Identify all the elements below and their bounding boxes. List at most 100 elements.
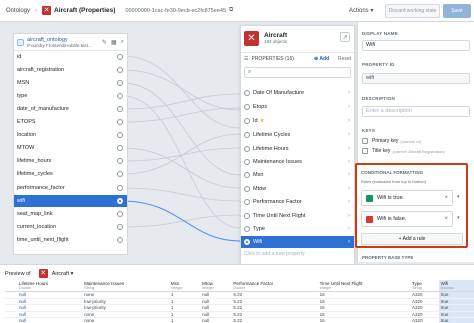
property-row-wifi[interactable]: Wifi › <box>241 236 354 248</box>
title-key-option[interactable]: Title key (current: Aircraft Registration… <box>362 148 445 154</box>
column-row-time-until-next-flight[interactable]: time_until_next_flight <box>14 234 127 246</box>
column-row-lifetime-cycles[interactable]: lifetime_cycles <box>14 168 127 180</box>
column-header[interactable]: Time Until Next Flight Integer <box>317 280 410 292</box>
column-header[interactable]: Maintenance Issues String <box>82 280 169 292</box>
add-property-button[interactable]: ⊕ Add <box>314 56 329 62</box>
column-row-mtow[interactable]: MTOW <box>14 142 127 154</box>
link-handle-icon[interactable] <box>117 132 123 138</box>
open-external-icon[interactable]: ↗ <box>340 32 350 42</box>
column-row-seat-map-link[interactable]: seat_map_link <box>14 208 127 220</box>
link-handle-icon[interactable] <box>117 211 123 217</box>
chevron-down-icon[interactable]: ▾ <box>457 215 460 221</box>
column-type: Integer <box>202 286 214 290</box>
property-row-date-of-manufacture[interactable]: Date Of Manufacture › <box>241 87 354 99</box>
table-cell: null <box>200 317 232 323</box>
column-header[interactable]: Msn Integer <box>168 280 201 292</box>
link-handle-icon[interactable] <box>244 146 250 152</box>
property-search-input[interactable]: ⌕ <box>244 67 351 78</box>
search-icon[interactable]: ⌕ <box>121 39 124 46</box>
link-handle-icon[interactable] <box>117 158 123 164</box>
property-row-id[interactable]: Id ★ › <box>241 115 354 127</box>
link-handle-icon[interactable] <box>117 80 123 86</box>
column-header[interactable]: Lifetime Hours Double <box>17 280 83 292</box>
rule-color-swatch[interactable] <box>366 194 373 202</box>
table-cell: 16 <box>317 317 410 323</box>
link-handle-icon[interactable] <box>244 213 250 219</box>
property-row-type[interactable]: Type › <box>241 223 354 235</box>
grid-icon[interactable]: ▦ <box>111 39 117 46</box>
table-row[interactable]: null none 1 null 5.22 16 A320 true <box>5 317 474 323</box>
property-name: Time Until Next Flight <box>253 213 306 219</box>
column-row-date-of-manufacture[interactable]: date_of_manufacture <box>14 103 127 115</box>
column-header[interactable]: Mtow Integer <box>200 280 232 292</box>
property-row-lifetime-cycles[interactable]: Lifetime Cycles › <box>241 129 354 141</box>
link-handle-icon[interactable] <box>244 239 250 245</box>
link-handle-icon[interactable] <box>244 159 250 165</box>
column-row-id[interactable]: id <box>14 51 127 63</box>
preview-label: Preview of <box>5 270 31 277</box>
column-row-etops[interactable]: ETOPS <box>14 116 127 128</box>
link-handle-icon[interactable] <box>244 172 250 178</box>
property-row-maintenance-issues[interactable]: Maintenance Issues › <box>241 156 354 168</box>
primary-key-checkbox[interactable] <box>362 138 368 144</box>
column-row-aircraft-registration[interactable]: aircraft_registration <box>14 64 127 76</box>
link-handle-icon[interactable] <box>117 93 123 99</box>
link-handle-icon[interactable] <box>117 106 123 112</box>
column-row-msn[interactable]: MSN <box>14 77 127 89</box>
link-handle-icon[interactable] <box>117 171 123 177</box>
formatting-rule-true[interactable]: Wifi is true. × <box>361 190 453 206</box>
property-row-mtow[interactable]: Mtow › <box>241 183 354 195</box>
column-name: lifetime_hours <box>17 158 52 164</box>
link-handle-icon[interactable] <box>117 198 123 204</box>
add-rule-button[interactable]: + Add a rule <box>361 233 463 245</box>
link-handle-icon[interactable] <box>117 237 123 243</box>
link-handle-icon[interactable] <box>244 118 250 124</box>
link-handle-icon[interactable] <box>244 90 250 96</box>
column-row-performance-factor[interactable]: performance_factor <box>14 182 127 194</box>
link-handle-icon[interactable] <box>117 185 123 191</box>
object-title: Aircraft <box>264 32 288 39</box>
link-handle-icon[interactable] <box>244 226 250 232</box>
primary-key-option[interactable]: Primary key (current: Id) <box>362 138 421 144</box>
formatting-rule-false[interactable]: Wifi is false. × <box>361 211 453 227</box>
title-key-checkbox[interactable] <box>362 148 368 154</box>
edit-icon[interactable]: ✎ <box>102 39 107 46</box>
column-name: performance_factor <box>17 185 65 191</box>
link-handle-icon[interactable] <box>117 119 123 125</box>
rule-color-swatch[interactable] <box>366 215 373 223</box>
description-input[interactable]: Enter a description <box>362 106 470 117</box>
property-row-etops[interactable]: Etops › <box>241 101 354 113</box>
remove-rule-icon[interactable]: × <box>444 216 448 222</box>
property-row-performance-factor[interactable]: Performance Factor › <box>241 196 354 208</box>
link-handle-icon[interactable] <box>244 186 250 192</box>
chevron-down-icon[interactable]: ▾ <box>457 194 460 200</box>
column-header-wifi[interactable]: Wifi Boolean <box>438 280 474 292</box>
column-row-current-location[interactable]: current_location <box>14 221 127 233</box>
property-row-lifetime-hours[interactable]: Lifetime Hours › <box>241 143 354 155</box>
preview-object-select[interactable]: Aircraft ▾ <box>52 271 74 277</box>
column-header[interactable]: Type String <box>409 280 439 292</box>
reset-button[interactable]: Reset <box>338 56 351 62</box>
display-name-input[interactable]: Wifi <box>362 40 470 51</box>
column-name: location <box>17 132 36 138</box>
column-type: String <box>411 286 422 290</box>
property-row-time-until-next-flight[interactable]: Time Until Next Flight › <box>241 210 354 222</box>
column-header[interactable]: Performance Factor Double <box>231 280 318 292</box>
dataset-path: /Foundry Frontend/Hubble test... <box>27 42 92 48</box>
aircraft-object-icon: ✕ <box>38 269 48 278</box>
link-handle-icon[interactable] <box>117 224 123 230</box>
property-name: Performance Factor <box>253 199 302 205</box>
link-handle-icon[interactable] <box>244 199 250 205</box>
link-handle-icon[interactable] <box>117 67 123 73</box>
property-row-msn[interactable]: Msn › <box>241 169 354 181</box>
link-handle-icon[interactable] <box>117 145 123 151</box>
link-handle-icon[interactable] <box>244 104 250 110</box>
column-row-type[interactable]: type <box>14 90 127 102</box>
column-row-wifi[interactable]: wifi <box>14 195 127 207</box>
column-row-lifetime-hours[interactable]: lifetime_hours <box>14 155 127 167</box>
column-row-location[interactable]: location <box>14 129 127 141</box>
add-property-hint[interactable]: Click to add a new property <box>244 251 305 257</box>
link-handle-icon[interactable] <box>244 132 250 138</box>
remove-rule-icon[interactable]: × <box>444 195 448 201</box>
link-handle-icon[interactable] <box>117 54 123 60</box>
